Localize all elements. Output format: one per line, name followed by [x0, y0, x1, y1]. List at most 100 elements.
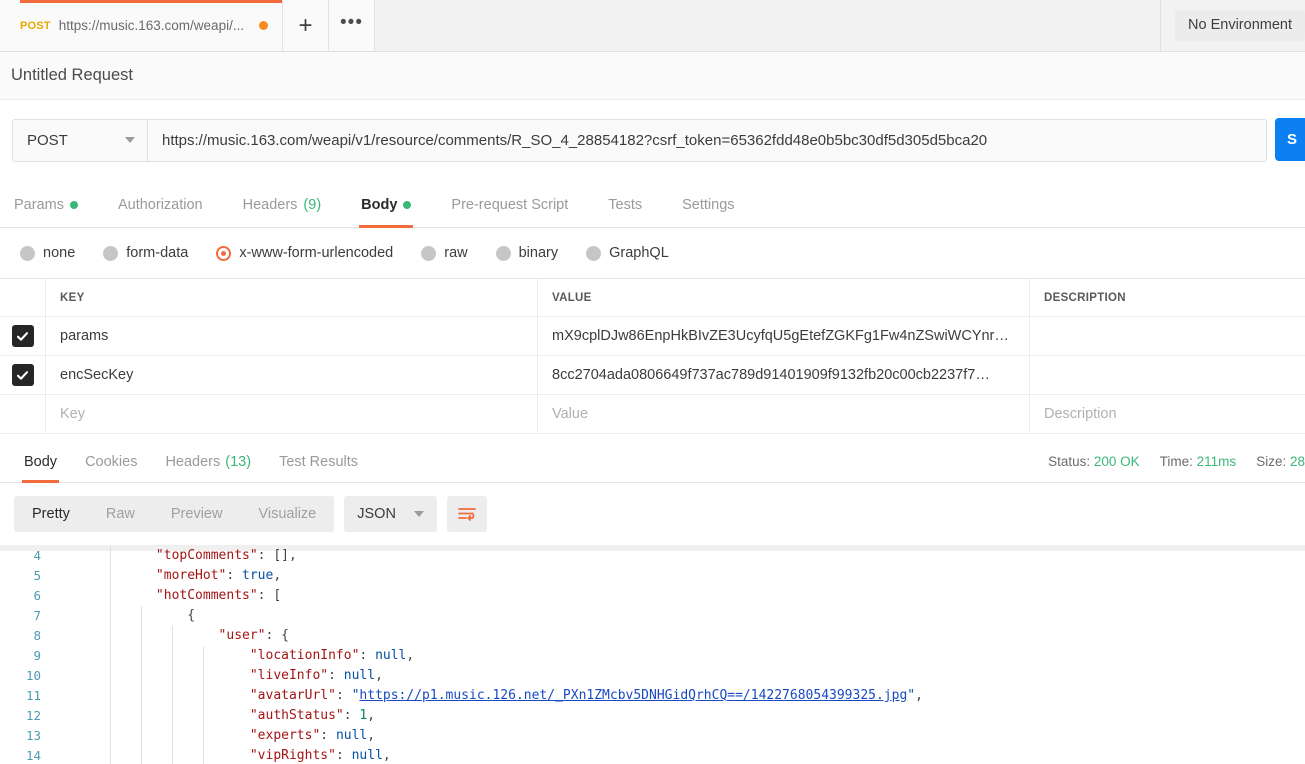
- tab-settings[interactable]: Settings: [662, 182, 754, 228]
- status-value: 200 OK: [1093, 454, 1140, 469]
- code-token: "locationInfo": [249, 648, 360, 663]
- line-number: 10: [25, 668, 41, 683]
- environment-selector[interactable]: No Environment: [1175, 9, 1305, 41]
- response-tab-headers-count: (13): [225, 453, 252, 470]
- line-number: 14: [25, 748, 41, 763]
- line-number: 9: [33, 648, 41, 663]
- row-checkbox-cell: [0, 356, 46, 394]
- code-link[interactable]: https://p1.music.126.net/_PXn1ZMcbv5DNHG…: [359, 688, 907, 703]
- tab-params[interactable]: Params: [14, 182, 98, 228]
- wrap-lines-icon: [458, 508, 476, 521]
- indent-guide: [172, 626, 173, 646]
- body-type-form-data[interactable]: form-data: [103, 245, 188, 261]
- view-mode-visualize[interactable]: Visualize: [240, 496, 334, 532]
- code-token: null: [343, 668, 376, 683]
- body-type-graphql[interactable]: GraphQL: [586, 245, 669, 261]
- response-tab-cookies[interactable]: Cookies: [71, 441, 151, 483]
- row-checkbox-cell: [0, 317, 46, 355]
- code-token: ,: [375, 668, 383, 683]
- view-mode-pretty[interactable]: Pretty: [14, 496, 88, 532]
- check-icon: [16, 331, 29, 341]
- table-row[interactable]: params mX9cplDJw86EnpHkBIvZE3UcyfqU5gEte…: [0, 317, 1305, 356]
- indent-guide: [141, 706, 142, 726]
- request-tab-method: POST: [20, 19, 51, 32]
- response-body-code[interactable]: 4 "topComments": [], 5 "moreHot": true, 6 …: [0, 545, 1305, 764]
- code-line: 5 "moreHot": true,: [0, 566, 1305, 586]
- indent-guide: [203, 666, 204, 686]
- row-key-cell[interactable]: params: [46, 317, 538, 355]
- table-row-placeholder[interactable]: Key Value Description: [0, 395, 1305, 434]
- indent-guide: [172, 646, 173, 666]
- row-description-cell[interactable]: [1030, 356, 1305, 394]
- code-line-text: "moreHot": true,: [52, 566, 1305, 586]
- tab-authorization[interactable]: Authorization: [98, 182, 223, 228]
- radio-icon: [103, 245, 119, 261]
- indent-guide: [110, 746, 111, 764]
- request-tab[interactable]: POST https://music.163.com/weapi/...: [0, 0, 283, 51]
- line-number: 6: [33, 588, 41, 603]
- wrap-lines-button[interactable]: [446, 496, 487, 532]
- new-value-input[interactable]: Value: [538, 395, 1030, 433]
- tab-strip: POST https://music.163.com/weapi/... + •…: [0, 0, 1305, 52]
- tab-tests[interactable]: Tests: [588, 182, 662, 228]
- code-token: :: [328, 668, 344, 683]
- code-token: ,: [367, 708, 376, 723]
- response-view-mode-group: Pretty Raw Preview Visualize: [14, 496, 335, 532]
- row-checkbox[interactable]: [11, 325, 34, 347]
- view-mode-raw[interactable]: Raw: [88, 496, 153, 532]
- new-tab-button[interactable]: +: [283, 0, 329, 51]
- code-token: [: [273, 588, 282, 603]
- code-line: 12 "authStatus": 1,: [0, 706, 1305, 726]
- body-type-radio-group: none form-data x-www-form-urlencoded raw…: [0, 228, 1305, 278]
- tab-more-options-button[interactable]: •••: [329, 0, 375, 51]
- url-input[interactable]: https://music.163.com/weapi/v1/resource/…: [147, 118, 1267, 162]
- code-token: :: [335, 688, 352, 703]
- view-mode-preview[interactable]: Preview: [153, 496, 241, 532]
- body-type-form-data-label: form-data: [126, 245, 189, 261]
- code-token: :: [335, 748, 352, 763]
- header-cell-key: KEY: [46, 279, 538, 316]
- tab-body[interactable]: Body: [341, 182, 431, 228]
- indent-guide: [110, 606, 111, 626]
- tab-pre-request-script[interactable]: Pre-request Script: [431, 182, 588, 228]
- body-type-none[interactable]: none: [20, 245, 75, 261]
- body-type-binary[interactable]: binary: [495, 245, 558, 261]
- indent-guide: [141, 686, 142, 706]
- code-line-text: "topComments": [],: [52, 546, 1305, 566]
- body-type-raw[interactable]: raw: [421, 245, 468, 261]
- row-checkbox[interactable]: [11, 364, 34, 386]
- time-value: 211ms: [1196, 454, 1237, 469]
- chevron-down-icon: [125, 137, 135, 143]
- tab-tests-label: Tests: [608, 196, 643, 213]
- body-type-x-www-form-urlencoded[interactable]: x-www-form-urlencoded: [216, 245, 393, 261]
- code-line: 9 "locationInfo": null,: [0, 646, 1305, 666]
- row-description-cell[interactable]: [1030, 317, 1305, 355]
- environment-area: No Environment: [1160, 0, 1305, 51]
- url-bar: POST https://music.163.com/weapi/v1/reso…: [0, 100, 1305, 180]
- code-token: "liveInfo": [249, 668, 329, 683]
- tab-pre-request-script-label: Pre-request Script: [451, 196, 569, 213]
- row-value-cell[interactable]: 8cc2704ada0806649f737ac789d91401909f9132…: [538, 356, 1030, 394]
- header-cell-value: VALUE: [538, 279, 1030, 316]
- code-token: {: [281, 628, 289, 643]
- send-button[interactable]: S: [1275, 118, 1305, 161]
- request-tabs: Params Authorization Headers (9) Body Pr…: [0, 182, 1305, 228]
- tab-headers[interactable]: Headers (9): [223, 182, 342, 228]
- indent-guide: [141, 726, 142, 746]
- row-value-cell[interactable]: mX9cplDJw86EnpHkBIvZE3UcyfqU5gEtefZGKFg1…: [538, 317, 1030, 355]
- response-meta: Status: 200 OK Time: 211ms Size: 28: [1048, 454, 1305, 469]
- new-description-input[interactable]: Description: [1030, 395, 1305, 433]
- unsaved-dot-icon: [259, 21, 268, 30]
- response-language-select[interactable]: JSON: [344, 496, 437, 532]
- response-tab-body[interactable]: Body: [10, 441, 71, 483]
- http-method-select[interactable]: POST: [12, 118, 147, 162]
- indent-guide: [203, 746, 204, 764]
- response-language-label: JSON: [357, 506, 396, 522]
- row-key-cell[interactable]: encSecKey: [46, 356, 538, 394]
- indent-guide: [110, 566, 111, 586]
- table-row[interactable]: encSecKey 8cc2704ada0806649f737ac789d914…: [0, 356, 1305, 395]
- new-key-input[interactable]: Key: [46, 395, 538, 433]
- response-tab-test-results[interactable]: Test Results: [265, 441, 372, 483]
- code-token: ,: [367, 728, 376, 743]
- response-tab-headers[interactable]: Headers (13): [151, 441, 265, 483]
